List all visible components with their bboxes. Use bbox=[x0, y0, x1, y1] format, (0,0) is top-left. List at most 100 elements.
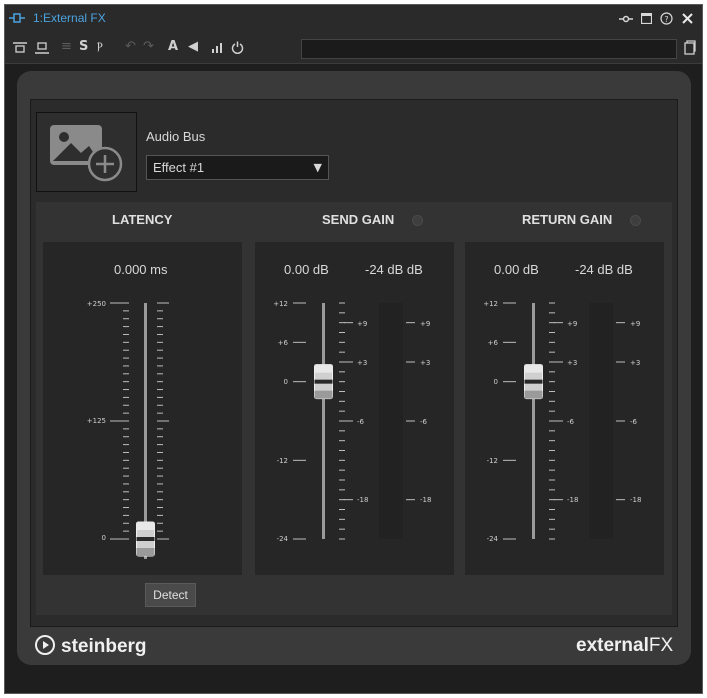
audio-bus-value: Effect #1 bbox=[153, 160, 205, 175]
scale-label: 0 bbox=[102, 534, 106, 542]
fader-cap-top bbox=[314, 364, 333, 373]
scale-label: +250 bbox=[87, 300, 106, 308]
fader-cap-bottom bbox=[524, 390, 543, 399]
meter-label: +9 bbox=[357, 320, 367, 328]
latency-panel: 0.000 ms +250 +125 0 bbox=[43, 242, 242, 575]
toolbar: ≡ S Ⲣ ↶ ↷ A ◀ bbox=[5, 33, 702, 64]
meter-label: -6 bbox=[357, 418, 365, 426]
svg-text:?: ? bbox=[664, 15, 668, 24]
meter-label: +3 bbox=[420, 359, 430, 367]
return-fader-labels: +12 +6 0 -12 -24 bbox=[483, 300, 498, 543]
maximize-icon[interactable] bbox=[641, 13, 652, 24]
fader-label: +12 bbox=[273, 300, 288, 308]
audio-bus-select[interactable]: Effect #1 ▼ bbox=[146, 155, 329, 180]
fader-label: -12 bbox=[487, 457, 498, 465]
fader-label: -24 bbox=[277, 535, 289, 543]
bypass-icon[interactable]: S bbox=[79, 40, 88, 54]
chevron-down-icon: ▼ bbox=[313, 161, 322, 174]
meter-label: +3 bbox=[567, 359, 577, 367]
product-name-b: FX bbox=[648, 635, 674, 656]
close-icon[interactable] bbox=[682, 13, 693, 24]
meter-label: +9 bbox=[567, 320, 577, 328]
route-icon[interactable] bbox=[619, 15, 633, 23]
audio-bus-label: Audio Bus bbox=[146, 129, 206, 144]
fader-label: +12 bbox=[483, 300, 498, 308]
latency-scale-labels: +250 +125 0 bbox=[87, 300, 106, 542]
return-gain-indicator[interactable] bbox=[630, 215, 641, 226]
meter-label: -18 bbox=[357, 496, 368, 504]
meter-label: -6 bbox=[567, 418, 575, 426]
window-title: 1:External FX bbox=[33, 11, 106, 25]
fader-label: 0 bbox=[284, 378, 288, 386]
add-image-button[interactable] bbox=[36, 112, 137, 192]
latency-track bbox=[144, 303, 147, 559]
return-gain-header: RETURN GAIN bbox=[522, 212, 613, 227]
fader-cap-bottom bbox=[136, 548, 155, 556]
send-gain-meter bbox=[379, 303, 403, 539]
send-gain-header: SEND GAIN bbox=[322, 212, 395, 227]
mono-icon[interactable]: Ⲣ bbox=[97, 40, 103, 54]
power-icon[interactable] bbox=[231, 41, 244, 54]
redo-icon[interactable]: ↷ bbox=[143, 40, 154, 54]
preset-menu-icon[interactable] bbox=[684, 40, 696, 55]
strips-area: LATENCY 0.000 ms +250 +125 0 Detect SEND… bbox=[36, 202, 672, 615]
send-gain-track bbox=[322, 303, 325, 539]
fader-label: 0 bbox=[494, 378, 498, 386]
return-gain-fader[interactable]: +12 +6 0 -12 -24 +9 +3 -6 -18 +9 +3 -6 -… bbox=[465, 242, 664, 575]
preset-field[interactable] bbox=[301, 39, 677, 59]
meter-label: -18 bbox=[420, 496, 431, 504]
fader-label: -24 bbox=[487, 535, 499, 543]
title-bar[interactable]: 1:External FX ? bbox=[5, 5, 702, 33]
return-gain-track bbox=[532, 303, 535, 539]
fader-cap-line bbox=[524, 379, 543, 384]
add-image-icon bbox=[50, 125, 123, 182]
latency-ticks-left bbox=[110, 302, 129, 540]
input-icon[interactable]: ◀ bbox=[188, 40, 198, 54]
send-gain-fader-handle[interactable] bbox=[314, 364, 333, 400]
product-name-a: external bbox=[576, 635, 649, 656]
meter-label: +3 bbox=[357, 359, 367, 367]
latency-fader[interactable]: +250 +125 0 bbox=[43, 242, 242, 575]
latency-fader-handle[interactable] bbox=[136, 521, 155, 557]
plugin-window: 1:External FX ? ≡ S Ⲣ ↶ ↷ A ◀ Audio Bus … bbox=[4, 4, 703, 694]
return-gain-fader-handle[interactable] bbox=[524, 364, 543, 400]
separator-icon: ≡ bbox=[61, 39, 72, 54]
send-fader-labels: +12 +6 0 -12 -24 bbox=[273, 300, 288, 543]
route-icon bbox=[9, 13, 25, 23]
fader-label: -12 bbox=[277, 457, 288, 465]
detect-button[interactable]: Detect bbox=[145, 583, 196, 607]
fader-label: +6 bbox=[488, 339, 499, 347]
meter-label: -18 bbox=[630, 496, 641, 504]
meter-icon[interactable] bbox=[211, 42, 223, 54]
fader-cap-bottom bbox=[314, 390, 333, 399]
send-gain-fader[interactable]: +12 +6 0 -12 -24 +9 +3 -6 -18 +9 +3 -6 -… bbox=[255, 242, 454, 575]
steinberg-logo-icon bbox=[35, 635, 55, 655]
return-gain-panel: 0.00 dB -24 dB dB +12 +6 0 -12 -24 +9 +3… bbox=[465, 242, 664, 575]
scale-label: +125 bbox=[87, 417, 106, 425]
steinberg-text: steinberg bbox=[61, 636, 147, 657]
send-gain-panel: 0.00 dB -24 dB dB +12 +6 0 -12 -24 +9 +3… bbox=[255, 242, 454, 575]
latency-header: LATENCY bbox=[112, 212, 173, 227]
plugin-content: Audio Bus Effect #1 ▼ LATENCY 0.000 ms +… bbox=[30, 99, 678, 627]
fader-cap-line bbox=[314, 379, 333, 384]
plugin-panel: Audio Bus Effect #1 ▼ LATENCY 0.000 ms +… bbox=[17, 71, 691, 665]
fader-label: +6 bbox=[278, 339, 289, 347]
fader-cap-line bbox=[136, 537, 155, 541]
undo-icon[interactable]: ↶ bbox=[125, 40, 136, 54]
meter-label: +9 bbox=[420, 320, 430, 328]
align-bottom-icon[interactable] bbox=[35, 42, 49, 54]
send-gain-indicator[interactable] bbox=[412, 215, 423, 226]
meter-label: -18 bbox=[567, 496, 578, 504]
meter-label: -6 bbox=[630, 418, 638, 426]
meter-label: +9 bbox=[630, 320, 640, 328]
align-top-icon[interactable] bbox=[13, 42, 27, 54]
meter-label: +3 bbox=[630, 359, 640, 367]
fader-cap-top bbox=[136, 522, 155, 530]
meter-label: -6 bbox=[420, 418, 428, 426]
product-logo: externalFX bbox=[576, 635, 673, 657]
fader-cap-top bbox=[524, 364, 543, 373]
help-icon[interactable]: ? bbox=[660, 12, 673, 25]
automation-icon[interactable]: A bbox=[168, 40, 178, 54]
return-gain-meter bbox=[589, 303, 613, 539]
latency-ticks-right bbox=[157, 302, 169, 540]
